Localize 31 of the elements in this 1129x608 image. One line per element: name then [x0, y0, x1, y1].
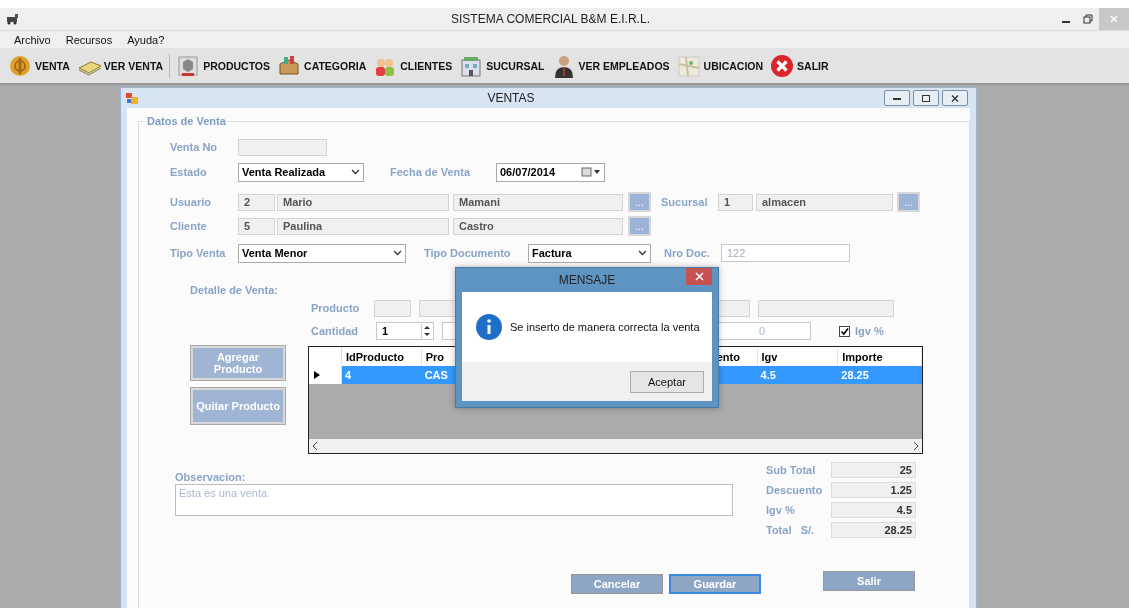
- table-cell: 4.5: [760, 369, 776, 381]
- dialog-message: Se inserto de manera correcta la venta: [510, 321, 700, 333]
- total-field: 1.25: [831, 482, 916, 498]
- window-title: SISTEMA COMERCIAL B&M E.I.R.L.: [450, 12, 651, 26]
- checkbox-label: Igv %: [855, 325, 884, 337]
- field-label: Cantidad: [311, 325, 359, 337]
- field-label: Tipo Venta: [170, 247, 226, 259]
- field-label: Cliente: [170, 220, 207, 232]
- table-cell: 4: [344, 369, 352, 381]
- field-label: Usuario: [170, 196, 211, 208]
- field-label: Estado: [170, 166, 207, 178]
- field-label: Producto: [311, 302, 360, 314]
- table-cell: 28.25: [841, 369, 869, 381]
- total-field: 28.25: [831, 522, 916, 538]
- field-label: Nro Doc.: [664, 247, 710, 259]
- field-label: Igv %: [766, 504, 795, 516]
- field-label: Sucursal: [661, 196, 708, 208]
- field-label: Tipo Documento: [424, 247, 511, 259]
- form-title: VENTAS: [486, 91, 536, 105]
- field-label: Detalle de Venta:: [190, 284, 279, 296]
- total-field: 4.5: [831, 502, 916, 518]
- table-cell: CAS: [424, 369, 448, 381]
- group-title: Datos de Venta: [145, 115, 228, 127]
- dialog-title: MENSAJE: [557, 273, 617, 287]
- field-label: Observacion:: [175, 471, 247, 483]
- field-label: Fecha de Venta: [390, 166, 471, 178]
- field-label: Venta No: [170, 141, 218, 153]
- total-field: 25: [831, 462, 916, 478]
- field-label: Descuento: [766, 484, 823, 496]
- field-label: Total S/.: [766, 524, 815, 536]
- field-label: Sub Total: [766, 464, 816, 476]
